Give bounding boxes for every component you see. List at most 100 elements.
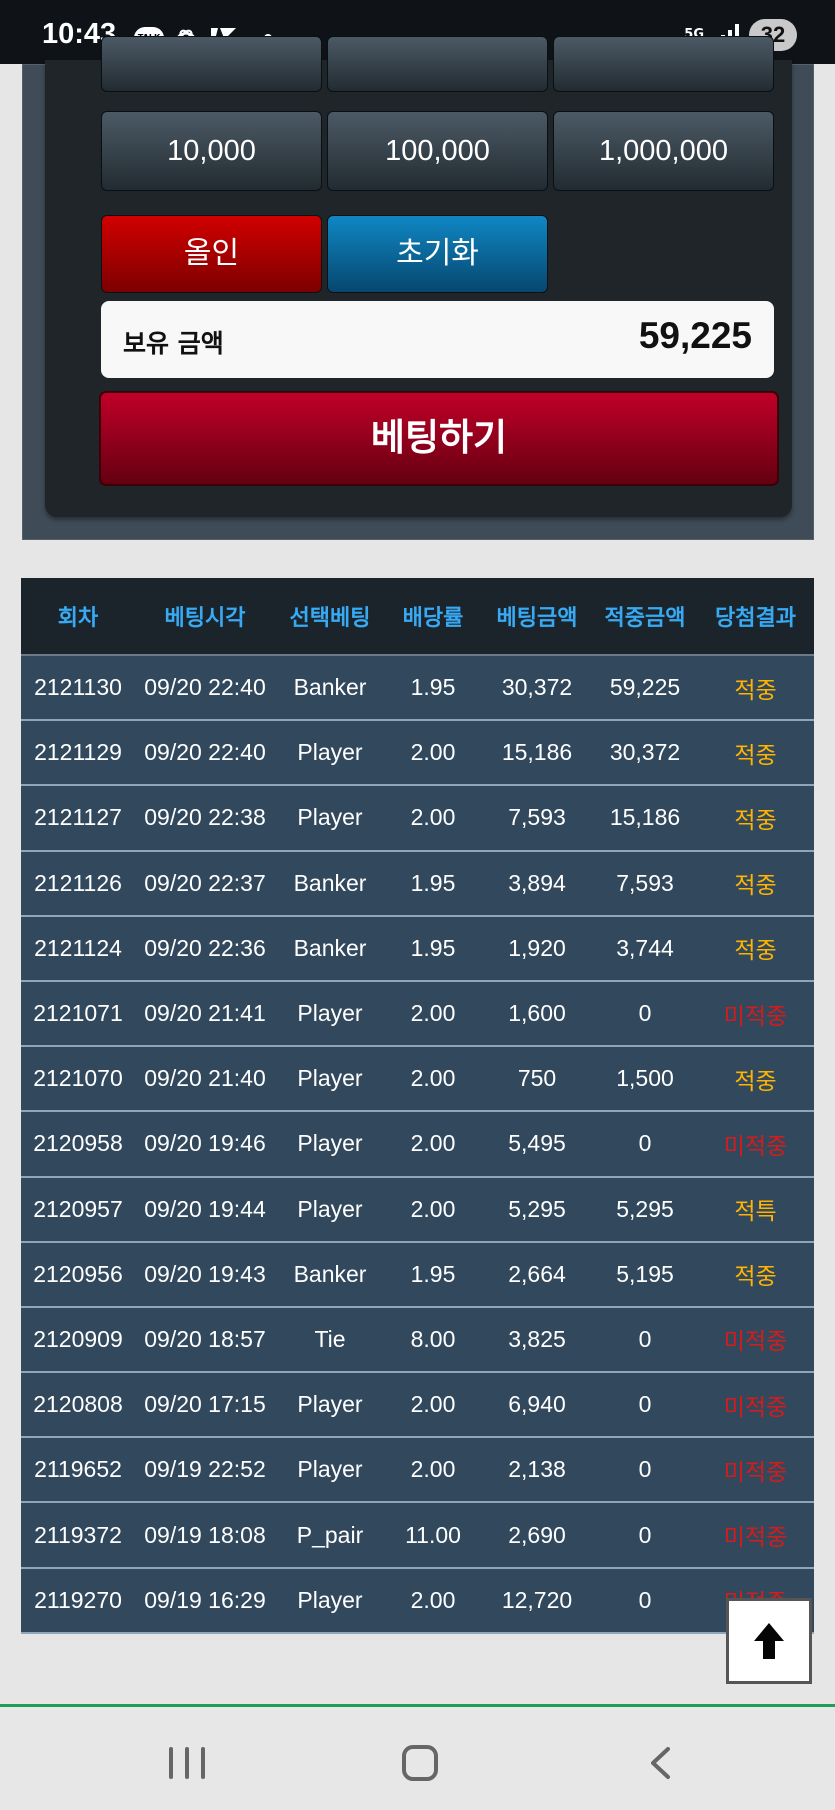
cell-round: 2121126 [21, 850, 135, 917]
cell-odds: 1.95 [385, 915, 481, 982]
cell-result: 미적중 [697, 1306, 814, 1374]
table-row: 2121127 09/20 22:38 Player 2.00 7,593 15,186 적… [21, 785, 814, 852]
balance-label: 보유 금액 [123, 329, 224, 358]
cell-bet-amount: 750 [481, 1046, 593, 1113]
reset-button[interactable]: 초기화 [327, 215, 548, 293]
table-row: 2121070 09/20 21:40 Player 2.00 750 1,500 적중 [21, 1046, 814, 1113]
cell-win-amount: 0 [593, 1437, 697, 1504]
cell-bet-amount: 7,593 [481, 785, 593, 852]
cell-bet-time: 09/20 22:38 [135, 785, 275, 852]
header-bet-amount: 베팅금액 [481, 578, 593, 656]
table-row: 2121124 09/20 22:36 Banker 1.95 1,920 3,744 적중 [21, 915, 814, 982]
cell-bet-time: 09/20 22:40 [135, 655, 275, 722]
cell-bet-amount: 5,295 [481, 1176, 593, 1243]
amount-button-100000[interactable]: 100,000 [327, 111, 548, 191]
cell-win-amount: 5,195 [593, 1241, 697, 1308]
cell-odds: 2.00 [385, 1567, 481, 1634]
cell-odds: 2.00 [385, 785, 481, 852]
cell-bet-time: 09/20 21:40 [135, 1046, 275, 1113]
cell-selected-bet: Player [275, 1046, 385, 1113]
table-header-row: 회차 베팅시각 선택베팅 배당률 베팅금액 적중금액 당첨결과 [21, 578, 814, 656]
cell-bet-time: 09/20 19:43 [135, 1241, 275, 1308]
cell-result: 미적중 [697, 980, 814, 1048]
balance-value: 59,225 [638, 315, 752, 356]
amount-button-1000000[interactable]: 1,000,000 [553, 111, 774, 191]
cell-bet-amount: 2,138 [481, 1437, 593, 1504]
cell-selected-bet: P_pair [275, 1502, 385, 1569]
cell-win-amount: 0 [593, 1306, 697, 1374]
table-row: 2121126 09/20 22:37 Banker 1.95 3,894 7,593 적중 [21, 850, 814, 917]
cell-win-amount: 0 [593, 980, 697, 1048]
amount-button-above-1[interactable] [101, 36, 322, 92]
cell-win-amount: 7,593 [593, 850, 697, 917]
header-odds: 배당률 [385, 578, 481, 656]
cell-round: 2121070 [21, 1046, 135, 1113]
cell-odds: 8.00 [385, 1306, 481, 1374]
amount-button-10000[interactable]: 10,000 [101, 111, 322, 191]
cell-bet-amount: 1,600 [481, 980, 593, 1048]
cell-win-amount: 5,295 [593, 1176, 697, 1243]
table-body: 2121130 09/20 22:40 Banker 1.95 30,372 59,225… [21, 655, 814, 1634]
place-bet-button[interactable]: 베팅하기 [99, 391, 779, 486]
cell-result: 적중 [697, 1241, 814, 1308]
cell-odds: 2.00 [385, 1437, 481, 1504]
table-row: 211927009/19 16:29Player2.0012,7200미적중 [21, 1567, 814, 1634]
cell-bet-amount: 3,825 [481, 1306, 593, 1374]
recent-apps-icon[interactable] [169, 1747, 205, 1779]
cell-round: 2119270 [21, 1567, 135, 1634]
cell-bet-time: 09/19 22:52 [135, 1437, 275, 1504]
back-icon[interactable] [646, 1745, 674, 1781]
table-row: 2121071 09/20 21:41 Player 2.00 1,600 0 미적중 [21, 980, 814, 1048]
cell-odds: 11.00 [385, 1502, 481, 1569]
cell-selected-bet: Player [275, 785, 385, 852]
cell-win-amount: 0 [593, 1111, 697, 1178]
cell-round: 2121124 [21, 915, 135, 982]
header-win-amount: 적중금액 [593, 578, 697, 656]
balance-box: 보유 금액 59,225 [101, 301, 774, 378]
home-icon[interactable] [402, 1745, 438, 1781]
cell-win-amount: 15,186 [593, 785, 697, 852]
cell-bet-amount: 5,495 [481, 1111, 593, 1178]
cell-result: 미적중 [697, 1372, 814, 1439]
cell-round: 2121071 [21, 980, 135, 1048]
cell-bet-time: 09/20 19:46 [135, 1111, 275, 1178]
table-row: 2119652 09/19 22:52 Player 2.00 2,138 0 미적중 [21, 1437, 814, 1504]
cell-selected-bet: Tie [275, 1306, 385, 1374]
cell-odds: 2.00 [385, 1372, 481, 1439]
cell-selected-bet: Player [275, 1372, 385, 1439]
cell-bet-amount: 30,372 [481, 655, 593, 722]
cell-selected-bet: Banker [275, 1241, 385, 1308]
cell-round: 2120808 [21, 1372, 135, 1439]
amount-button-above-3[interactable] [553, 36, 774, 92]
cell-odds: 2.00 [385, 1046, 481, 1113]
cell-odds: 1.95 [385, 850, 481, 917]
cell-win-amount: 30,372 [593, 720, 697, 787]
table-row: 2121130 09/20 22:40 Banker 1.95 30,372 59,225… [21, 655, 814, 722]
betting-history-table: 회차 베팅시각 선택베팅 배당률 베팅금액 적중금액 당첨결과 2121130 0… [21, 578, 814, 1634]
cell-win-amount: 0 [593, 1567, 697, 1634]
cell-selected-bet: Player [275, 1111, 385, 1178]
cell-result: 적중 [697, 1046, 814, 1113]
cell-round: 2121130 [21, 655, 135, 722]
cell-round: 2120958 [21, 1111, 135, 1178]
cell-bet-time: 09/20 17:15 [135, 1372, 275, 1439]
cell-bet-time: 09/20 19:44 [135, 1176, 275, 1243]
cell-result: 적중 [697, 720, 814, 787]
header-result: 당첨결과 [697, 578, 814, 656]
table-row: 2121129 09/20 22:40 Player 2.00 15,186 30,372… [21, 720, 814, 787]
cell-bet-time: 09/20 21:41 [135, 980, 275, 1048]
cell-result: 미적중 [697, 1437, 814, 1504]
betting-panel: 10,000 100,000 1,000,000 올인 초기화 보유 금액 59… [22, 36, 814, 540]
cell-round: 2120957 [21, 1176, 135, 1243]
cell-round: 2119372 [21, 1502, 135, 1569]
cell-bet-time: 09/20 22:37 [135, 850, 275, 917]
amount-button-above-2[interactable] [327, 36, 548, 92]
scroll-to-top-button[interactable] [726, 1598, 812, 1684]
cell-bet-amount: 3,894 [481, 850, 593, 917]
cell-odds: 1.95 [385, 1241, 481, 1308]
header-selected-bet: 선택베팅 [275, 578, 385, 656]
table-row: 2120808 09/20 17:15 Player 2.00 6,940 0 미적중 [21, 1372, 814, 1439]
cell-bet-amount: 15,186 [481, 720, 593, 787]
cell-selected-bet: Banker [275, 915, 385, 982]
all-in-button[interactable]: 올인 [101, 215, 322, 293]
